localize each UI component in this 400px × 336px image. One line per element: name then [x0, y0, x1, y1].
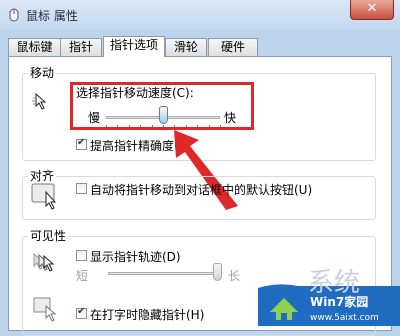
trails-checkbox[interactable] — [76, 250, 87, 261]
watermark-partial: 系统 — [308, 268, 361, 298]
trails-slider-track[interactable] — [108, 272, 222, 275]
short-label: 短 — [76, 269, 89, 283]
watermark-site: www.5aixt.com — [310, 313, 379, 323]
trails-slider-thumb[interactable] — [213, 263, 222, 281]
hide-typing-checkbox[interactable] — [76, 306, 87, 319]
hide-pointer-icon — [33, 297, 57, 322]
pointer-trails-icon — [33, 252, 55, 272]
visibility-group-title: 可见性 — [28, 227, 69, 244]
long-label: 长 — [228, 269, 241, 283]
snap-checkbox[interactable] — [76, 183, 87, 194]
trails-label[interactable]: 显示指针轨迹(D) — [90, 248, 181, 265]
snap-to-icon — [31, 183, 57, 210]
tab-pointer-options[interactable]: 指针选项 — [103, 36, 165, 57]
snap-label[interactable]: 自动将指针移动到对话框中的默认按钮(U) — [90, 181, 312, 198]
hide-typing-label[interactable]: 在打字时隐藏指针(H) — [90, 306, 204, 323]
